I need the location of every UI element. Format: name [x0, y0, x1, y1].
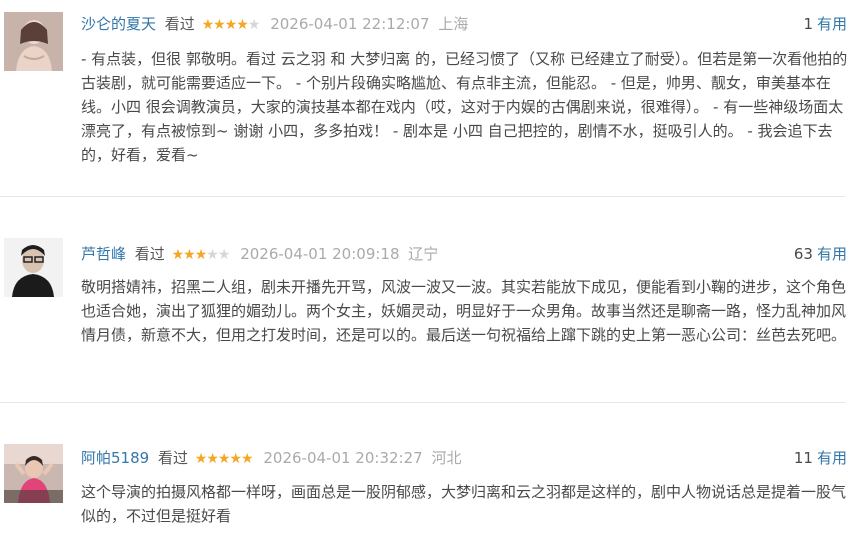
useful-vote[interactable]: 11 有用: [794, 446, 847, 470]
watched-label: 看过: [134, 245, 165, 263]
username-link[interactable]: 沙仑的夏天: [81, 15, 156, 33]
star-filled-icon: ★: [201, 17, 215, 33]
star-filled-icon: ★: [236, 17, 249, 33]
rating-stars: ★★★★★: [171, 243, 231, 267]
useful-vote[interactable]: 63 有用: [794, 242, 847, 266]
avatar[interactable]: [4, 12, 63, 71]
divider: [0, 196, 845, 197]
useful-vote[interactable]: 1 有用: [803, 12, 847, 36]
star-empty-icon: ★: [247, 17, 261, 33]
star-filled-icon: ★: [217, 451, 231, 467]
star-filled-icon: ★: [224, 17, 238, 33]
avatar[interactable]: [4, 444, 63, 503]
star-empty-icon: ★: [206, 247, 219, 263]
review-content: - 有点装，但很 郭敬明。看过 云之羽 和 大梦归离 的，已经习惯了（又称 已经…: [81, 50, 848, 164]
useful-count: 11: [793, 449, 813, 467]
review-content: 这个导演的拍摄风格都一样呀，画面总是一股阴郁感，大梦归离和云之羽都是这样的，剧中…: [81, 483, 847, 525]
useful-button[interactable]: 有用: [817, 245, 847, 263]
rating-stars: ★★★★★: [201, 13, 261, 37]
username-link[interactable]: 阿帕5189: [81, 449, 149, 467]
star-filled-icon: ★: [194, 451, 208, 467]
review-location: 上海: [438, 15, 469, 33]
review-datetime: 2026-04-01 22:12:07: [270, 15, 430, 33]
star-empty-icon: ★: [217, 247, 231, 263]
useful-button[interactable]: 有用: [817, 15, 847, 33]
review-datetime: 2026-04-01 20:32:27: [263, 449, 423, 467]
review-location: 辽宁: [408, 245, 439, 263]
divider: [0, 402, 845, 403]
watched-label: 看过: [164, 15, 195, 33]
star-filled-icon: ★: [206, 451, 219, 467]
useful-button[interactable]: 有用: [817, 449, 847, 467]
star-filled-icon: ★: [194, 247, 208, 263]
review-location: 河北: [431, 449, 462, 467]
avatar[interactable]: [4, 238, 63, 297]
useful-count: 63: [793, 245, 813, 263]
rating-stars: ★★★★★: [194, 447, 254, 471]
username-link[interactable]: 芦哲峰: [81, 245, 126, 263]
review-datetime: 2026-04-01 20:09:18: [240, 245, 400, 263]
star-filled-icon: ★: [183, 247, 196, 263]
star-filled-icon: ★: [229, 451, 242, 467]
watched-label: 看过: [157, 449, 188, 467]
star-filled-icon: ★: [213, 17, 226, 33]
review-content: 敬明搭婧祎，招黑二人组，剧未开播先开骂，风波一波又一波。其实若能放下成见，便能看…: [81, 278, 847, 344]
star-filled-icon: ★: [241, 451, 254, 467]
useful-count: 1: [803, 15, 813, 33]
star-filled-icon: ★: [171, 247, 185, 263]
